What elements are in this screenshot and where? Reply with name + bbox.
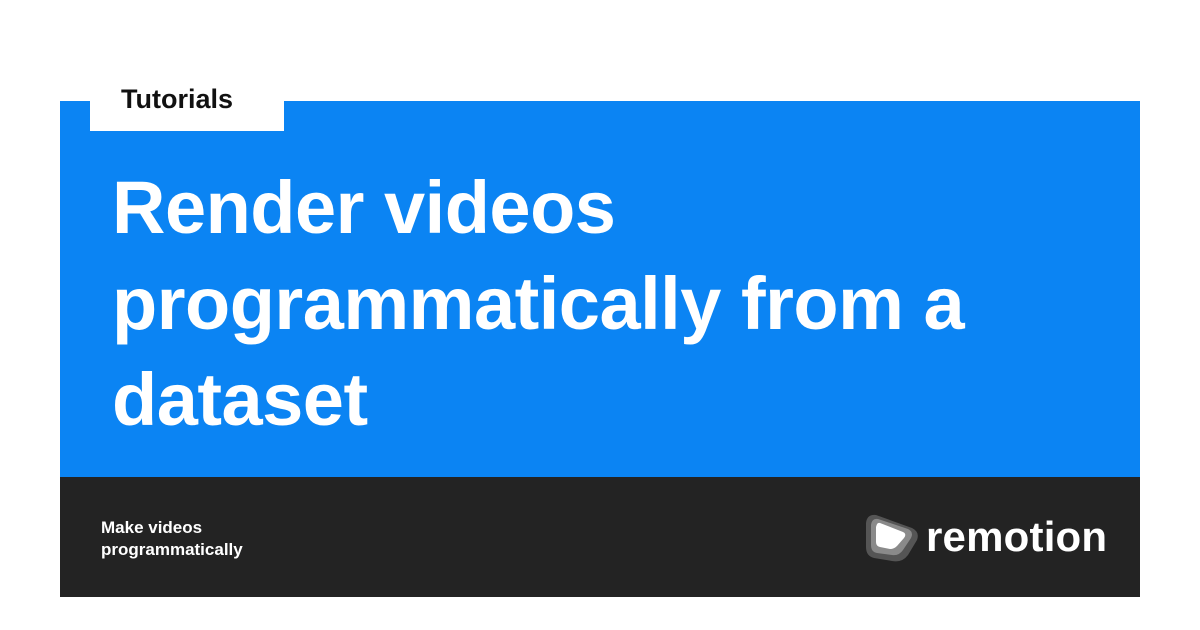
brand-logo: remotion	[862, 506, 1107, 568]
page-title: Render videos programmatically from a da…	[112, 166, 965, 441]
remotion-play-logo-icon	[862, 507, 922, 567]
tagline-line-2: programmatically	[101, 540, 243, 559]
footer-tagline: Make videos programmatically	[101, 517, 361, 561]
category-label: Tutorials	[121, 84, 234, 114]
brand-name: remotion	[926, 513, 1108, 560]
tagline-line-1: Make videos	[101, 518, 203, 537]
category-tab: Tutorials	[90, 78, 284, 131]
